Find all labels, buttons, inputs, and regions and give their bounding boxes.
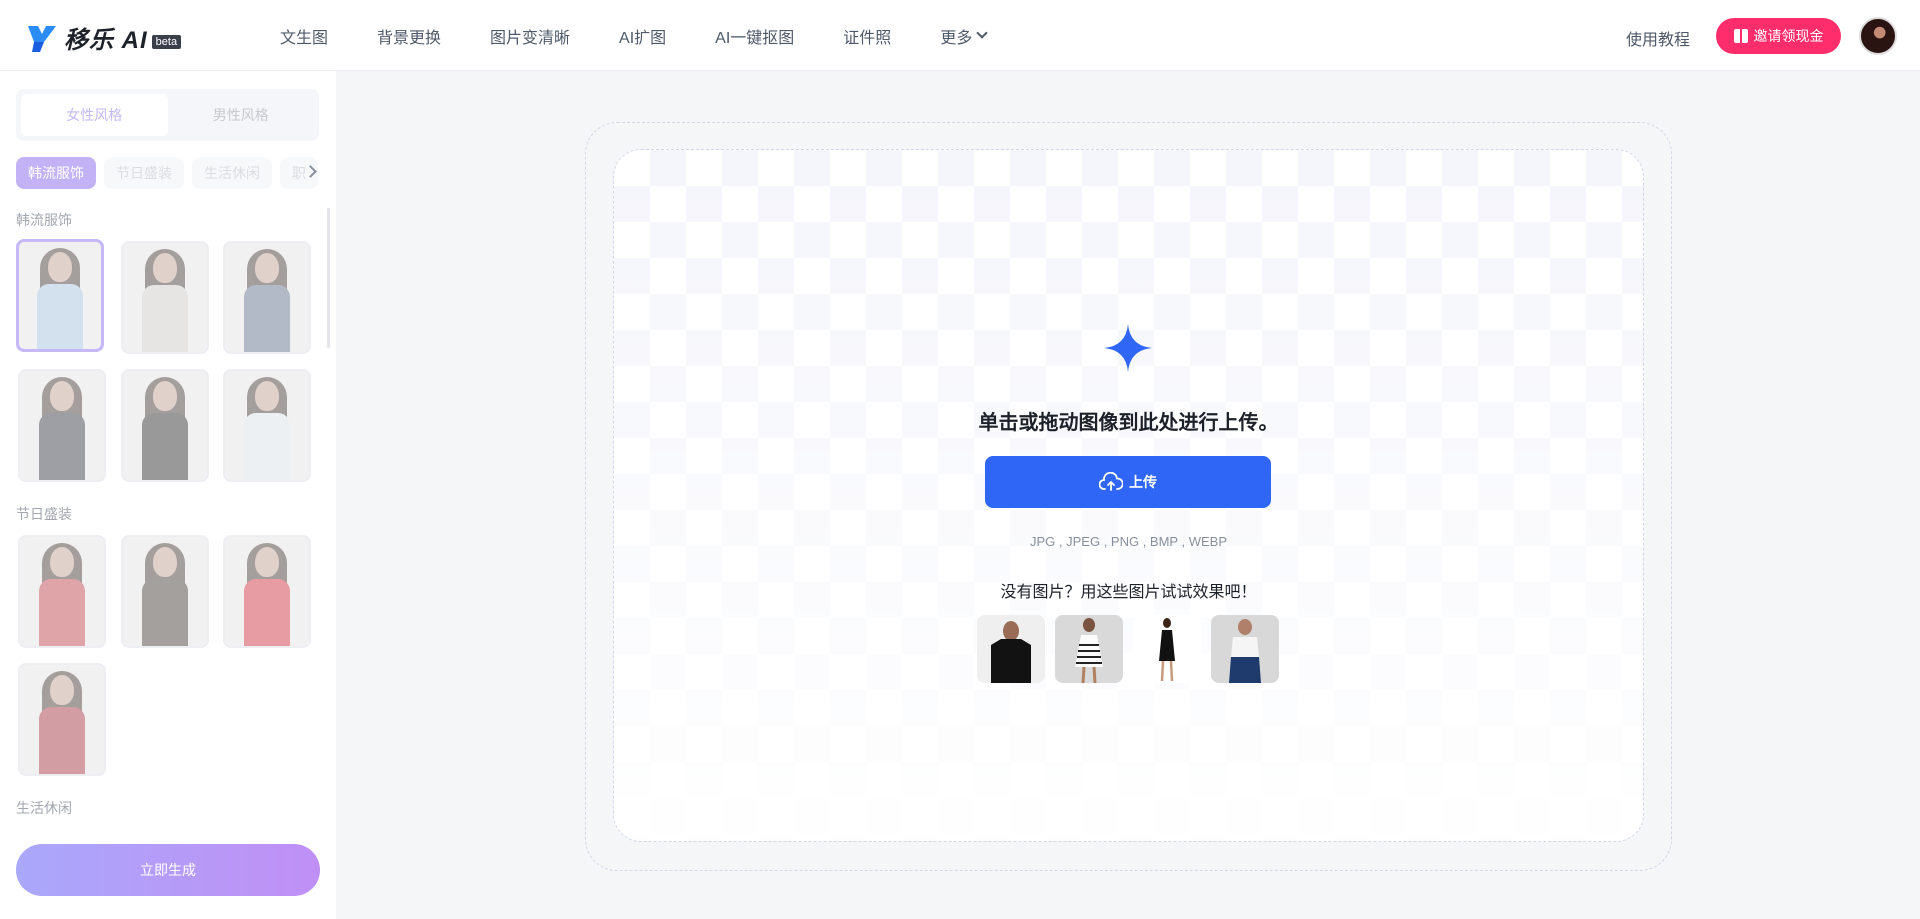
upload-button[interactable]: 上传 <box>985 456 1271 508</box>
style-thumbnail[interactable] <box>121 369 209 482</box>
section-title-casual: 生活休闲 <box>16 800 72 816</box>
chip-festival[interactable]: 节日盛装 <box>104 157 184 189</box>
nav-image-enhance[interactable]: 图片变清晰 <box>490 24 570 48</box>
style-thumbnail[interactable] <box>223 241 311 354</box>
sidebar-fade <box>0 816 336 844</box>
sample-tshirt-image <box>977 615 1045 683</box>
top-header: 移乐 AI beta 文生图 背景更换 图片变清晰 AI扩图 AI一键抠图 证件… <box>0 0 1920 71</box>
model-image <box>225 243 309 352</box>
nav-text-to-image[interactable]: 文生图 <box>280 24 328 48</box>
gift-icon <box>1733 29 1748 43</box>
nav-more[interactable]: 更多 <box>940 24 988 48</box>
chip-casual[interactable]: 生活休闲 <box>192 157 272 189</box>
style-thumbnail[interactable] <box>121 241 209 354</box>
upload-label: 上传 <box>1129 474 1157 490</box>
style-thumbnail[interactable] <box>223 535 311 648</box>
cloud-upload-icon <box>1099 472 1123 491</box>
style-thumbnail[interactable] <box>18 663 106 776</box>
sample-jeans-image <box>1211 615 1279 683</box>
avatar[interactable] <box>1859 17 1897 55</box>
sample-image[interactable] <box>1211 615 1279 683</box>
sample-black-dress-image <box>1133 615 1201 683</box>
generate-button[interactable]: 立即生成 <box>16 844 320 896</box>
supported-formats: JPG , JPEG , PNG , BMP , WEBP <box>1030 534 1227 549</box>
chip-korean-fashion[interactable]: 韩流服饰 <box>16 157 96 189</box>
style-thumbnail[interactable] <box>16 239 104 352</box>
category-chips: 韩流服饰 节日盛装 生活休闲 职 <box>16 157 321 189</box>
model-image <box>123 243 207 352</box>
sample-image[interactable] <box>1055 615 1123 683</box>
logo[interactable]: 移乐 AI beta <box>26 20 182 55</box>
tab-female-style[interactable]: 女性风格 <box>21 94 168 136</box>
model-image <box>20 371 104 480</box>
sample-image[interactable] <box>1133 615 1201 683</box>
style-thumbnail[interactable] <box>223 369 311 482</box>
style-thumbnail[interactable] <box>18 369 106 482</box>
invite-cash-button[interactable]: 邀请领现金 <box>1716 18 1841 54</box>
logo-text: 移乐 AI <box>64 27 148 54</box>
drop-title: 单击或拖动图像到此处进行上传。 <box>978 412 1279 434</box>
nav-background-replace[interactable]: 背景更换 <box>377 24 441 48</box>
model-image <box>123 371 207 480</box>
sample-prompt-text: 没有图片？用这些图片试试效果吧！ <box>1000 584 1257 601</box>
beta-badge: beta <box>151 34 182 49</box>
style-sidebar: 女性风格 男性风格 韩流服饰 节日盛装 生活休闲 职 韩流服饰 节日盛装 生活休… <box>0 71 336 919</box>
nav-id-photo[interactable]: 证件照 <box>843 24 891 48</box>
model-image <box>20 537 104 646</box>
sample-image[interactable] <box>977 615 1045 683</box>
section-title-korean: 韩流服饰 <box>16 212 72 228</box>
model-image <box>225 537 309 646</box>
nav-more-label: 更多 <box>940 29 973 47</box>
sidebar-scrollbar[interactable] <box>327 208 330 348</box>
model-image <box>123 537 207 646</box>
chevron-down-icon <box>976 27 988 39</box>
sample-striped-dress-image <box>1055 615 1123 683</box>
model-image <box>19 242 101 349</box>
gender-tabs: 女性风格 男性风格 <box>16 89 319 141</box>
nav-ai-cutout[interactable]: AI一键抠图 <box>715 24 794 48</box>
model-image <box>225 371 309 480</box>
sparkle-icon <box>1104 324 1152 372</box>
main-nav: 文生图 背景更换 图片变清晰 AI扩图 AI一键抠图 证件照 更多 <box>280 0 1035 71</box>
invite-label: 邀请领现金 <box>1753 28 1824 44</box>
section-title-festival: 节日盛装 <box>16 506 72 522</box>
logo-icon <box>28 25 56 52</box>
model-image <box>20 665 104 774</box>
nav-ai-expand[interactable]: AI扩图 <box>619 24 666 48</box>
style-thumbnail[interactable] <box>18 535 106 648</box>
style-thumbnail[interactable] <box>121 535 209 648</box>
tutorial-link[interactable]: 使用教程 <box>1626 26 1690 50</box>
tab-male-style[interactable]: 男性风格 <box>168 94 315 136</box>
